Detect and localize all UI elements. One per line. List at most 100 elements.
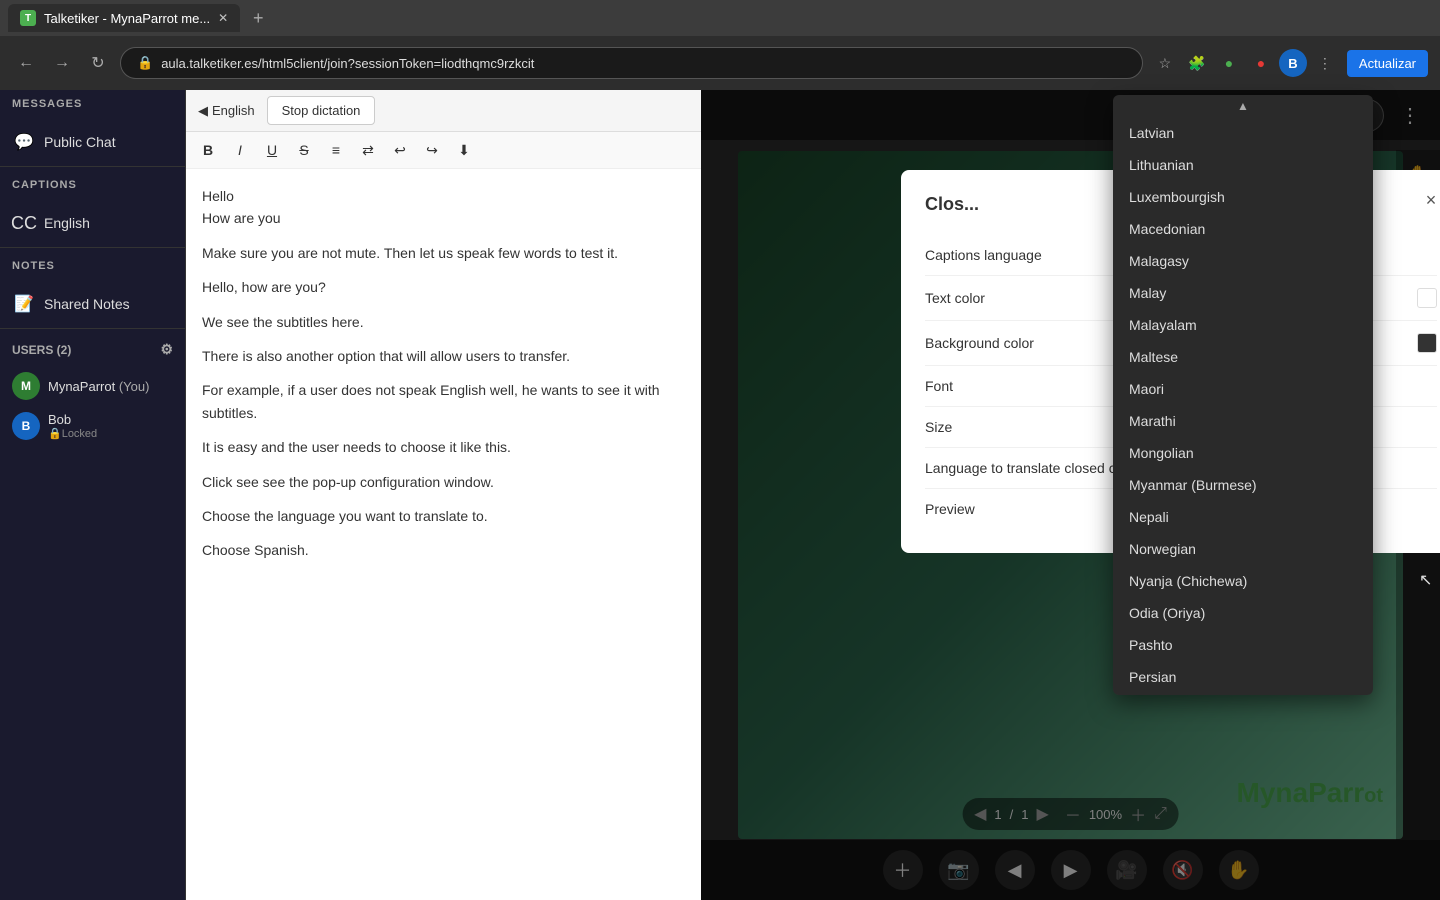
content-p2: Make sure you are not mute. Then let us … — [202, 242, 685, 264]
bold-button[interactable]: B — [194, 136, 222, 164]
content-p7: It is easy and the user needs to choose … — [202, 436, 685, 458]
ext2-icon[interactable]: ● — [1247, 49, 1275, 77]
star-icon[interactable]: ☆ — [1151, 49, 1179, 77]
redo-button[interactable]: ↪ — [418, 136, 446, 164]
underline-button[interactable]: U — [258, 136, 286, 164]
lang-item-norwegian[interactable]: Norwegian — [1113, 533, 1373, 565]
update-button[interactable]: Actualizar — [1347, 50, 1428, 77]
forward-button[interactable]: → — [48, 49, 76, 77]
tab-favicon: T — [20, 10, 36, 26]
notes-section: NOTES — [0, 252, 185, 284]
lang-item-luxembourgish[interactable]: Luxembourgish — [1113, 181, 1373, 213]
nav-bar: ← → ↻ 🔒 aula.talketiker.es/html5client/j… — [0, 36, 1440, 90]
captions-icon: CC — [12, 211, 36, 235]
users-header: USERS (2) ⚙ — [0, 333, 185, 366]
language-dropdown[interactable]: ▲ Latvian Lithuanian Luxembourgish Maced… — [1113, 95, 1373, 695]
lang-item-pashto[interactable]: Pashto — [1113, 629, 1373, 661]
url-text: aula.talketiker.es/html5client/join?sess… — [161, 56, 534, 71]
content-p4: We see the subtitles here. — [202, 311, 685, 333]
modal-overlay[interactable]: × Clos... Captions language Text color B… — [701, 90, 1440, 900]
tab-close-icon[interactable]: ✕ — [218, 11, 228, 25]
back-button[interactable]: ← — [12, 49, 40, 77]
strikethrough-button[interactable]: S — [290, 136, 318, 164]
active-tab[interactable]: T Talketiker - MynaParrot me... ✕ — [8, 4, 240, 32]
user-item-bob: B Bob 🔒Locked — [0, 406, 185, 446]
back-arrow-icon: ◀ — [198, 103, 208, 119]
reload-button[interactable]: ↻ — [84, 49, 112, 77]
unordered-list-button[interactable]: ⇄ — [354, 136, 382, 164]
content-and-presentation: ◀ English Stop dictation B I U S ≡ ⇄ ↩ ↪… — [186, 90, 1440, 900]
messages-label: MESSAGES — [12, 98, 173, 110]
nav-icons: ☆ 🧩 ● ● B ⋮ — [1151, 49, 1339, 77]
new-tab-button[interactable]: + — [244, 4, 272, 32]
sidebar-item-english[interactable]: CC English — [0, 203, 185, 243]
content-p9: Choose the language you want to translat… — [202, 505, 685, 527]
lang-item-lithuanian[interactable]: Lithuanian — [1113, 149, 1373, 181]
lang-item-latvian[interactable]: Latvian — [1113, 117, 1373, 149]
gear-icon[interactable]: ⚙ — [160, 341, 173, 358]
username-bob: Bob — [48, 412, 97, 427]
lang-item-malagasy[interactable]: Malagasy — [1113, 245, 1373, 277]
lang-item-nepali[interactable]: Nepali — [1113, 501, 1373, 533]
content-p6: For example, if a user does not speak En… — [202, 379, 685, 424]
lang-item-mongolian[interactable]: Mongolian — [1113, 437, 1373, 469]
profile-icon[interactable]: B — [1279, 49, 1307, 77]
avatar-bob: B — [12, 412, 40, 440]
stop-dictation-button[interactable]: Stop dictation — [267, 96, 376, 125]
captions-label: CAPTIONS — [12, 179, 173, 191]
content-p1: HelloHow are you — [202, 185, 685, 230]
content-p10: Choose Spanish. — [202, 539, 685, 561]
sidebar-item-public-chat[interactable]: 💬 Public Chat — [0, 122, 185, 162]
captions-section: CAPTIONS — [0, 171, 185, 203]
tab-title: Talketiker - MynaParrot me... — [44, 11, 210, 26]
lang-item-marathi[interactable]: Marathi — [1113, 405, 1373, 437]
lang-item-nyanja[interactable]: Nyanja (Chichewa) — [1113, 565, 1373, 597]
notes-icon: 📝 — [12, 292, 36, 316]
english-caption-label: English — [44, 215, 90, 231]
menu-icon[interactable]: ⋮ — [1311, 49, 1339, 77]
text-color-value — [1417, 288, 1437, 308]
lang-item-maori[interactable]: Maori — [1113, 373, 1373, 405]
notes-label: NOTES — [12, 260, 173, 272]
sidebar-divider-3 — [0, 328, 185, 329]
browser-chrome: T Talketiker - MynaParrot me... ✕ + ← → … — [0, 0, 1440, 90]
lang-item-macedonian[interactable]: Macedonian — [1113, 213, 1373, 245]
editor-area: ◀ English Stop dictation B I U S ≡ ⇄ ↩ ↪… — [186, 90, 701, 900]
messages-section: MESSAGES — [0, 90, 185, 122]
lang-item-maltese[interactable]: Maltese — [1113, 341, 1373, 373]
sidebar: MESSAGES 💬 Public Chat CAPTIONS CC Engli… — [0, 90, 186, 900]
content-p3: Hello, how are you? — [202, 276, 685, 298]
shared-notes-label: Shared Notes — [44, 296, 130, 312]
ext1-icon[interactable]: ● — [1215, 49, 1243, 77]
lang-item-malayalam[interactable]: Malayalam — [1113, 309, 1373, 341]
username-mynaparrot: MynaParrot (You) — [48, 379, 149, 394]
url-bar[interactable]: 🔒 aula.talketiker.es/html5client/join?se… — [120, 47, 1143, 79]
tab-bar: T Talketiker - MynaParrot me... ✕ + — [0, 0, 1440, 36]
user-info-mynaparrot: MynaParrot (You) — [48, 379, 149, 394]
public-chat-label: Public Chat — [44, 134, 116, 150]
cursor-indicator: ↖ — [1419, 570, 1432, 590]
lang-item-myanmar[interactable]: Myanmar (Burmese) — [1113, 469, 1373, 501]
sidebar-item-shared-notes[interactable]: 📝 Shared Notes — [0, 284, 185, 324]
editor-toolbar: B I U S ≡ ⇄ ↩ ↪ ⬇ — [186, 132, 701, 169]
modal-close-button[interactable]: × — [1417, 186, 1440, 214]
editor-lang-selector[interactable]: ◀ English — [198, 103, 255, 119]
dropdown-arrow-up: ▲ — [1113, 95, 1373, 117]
ordered-list-button[interactable]: ≡ — [322, 136, 350, 164]
editor-language: English — [212, 103, 255, 118]
editor-header: ◀ English Stop dictation — [186, 90, 701, 132]
text-color-swatch — [1417, 288, 1437, 308]
undo-button[interactable]: ↩ — [386, 136, 414, 164]
italic-button[interactable]: I — [226, 136, 254, 164]
app-container: MESSAGES 💬 Public Chat CAPTIONS CC Engli… — [0, 90, 1440, 900]
content-p8: Click see see the pop-up configuration w… — [202, 471, 685, 493]
sidebar-divider-1 — [0, 166, 185, 167]
lang-item-malay[interactable]: Malay — [1113, 277, 1373, 309]
editor-content[interactable]: HelloHow are you Make sure you are not m… — [186, 169, 701, 900]
download-button[interactable]: ⬇ — [450, 136, 478, 164]
lang-item-odia[interactable]: Odia (Oriya) — [1113, 597, 1373, 629]
lang-item-polish[interactable]: Polish — [1113, 693, 1373, 695]
extensions-icon[interactable]: 🧩 — [1183, 49, 1211, 77]
bg-color-value — [1417, 333, 1437, 353]
lang-item-persian[interactable]: Persian — [1113, 661, 1373, 693]
